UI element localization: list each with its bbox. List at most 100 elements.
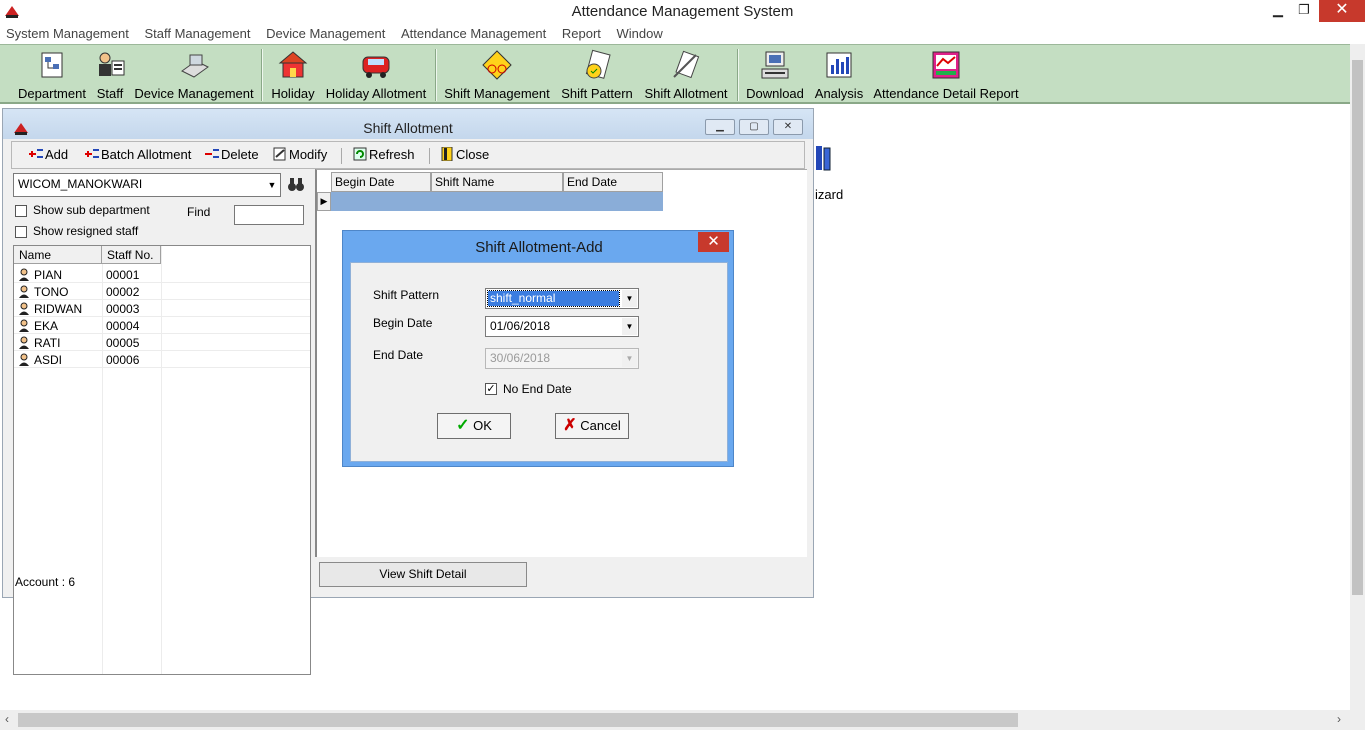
shift-window-restore-button[interactable]: ▢	[739, 119, 769, 135]
department-select-value: WICOM_MANOKWARI	[18, 177, 143, 191]
binoculars-icon[interactable]	[287, 176, 305, 192]
shift-pattern-select[interactable]: shift_normal ▼	[485, 288, 639, 309]
column-header-begin-date[interactable]: Begin Date	[331, 172, 431, 192]
shift-window-minimize-button[interactable]: ▁	[705, 119, 735, 135]
menu-report[interactable]: Report	[556, 24, 607, 41]
column-header-shift-name[interactable]: Shift Name	[431, 172, 563, 192]
modify-button[interactable]: Modify	[272, 147, 327, 162]
menu-device-management[interactable]: Device Management	[260, 24, 391, 41]
download-icon	[761, 51, 789, 79]
dialog-close-button[interactable]: ✕	[698, 232, 729, 252]
shift-window-toolbar: Add Batch Allotment Delete Modify Refres…	[11, 141, 805, 169]
end-date-label: End Date	[373, 348, 424, 362]
toolbar-analysis-button[interactable]: Analysis	[812, 49, 866, 103]
toolbar-holiday-allotment-button[interactable]: Holiday Allotment	[322, 49, 430, 103]
department-select[interactable]: WICOM_MANOKWARI ▼	[13, 173, 281, 197]
toolbar-department-button[interactable]: Department	[16, 49, 88, 103]
table-row[interactable]: TONO 00002	[14, 283, 310, 300]
menu-window[interactable]: Window	[611, 24, 669, 41]
check-icon: ✓	[456, 417, 470, 434]
cancel-button[interactable]: ✗ Cancel	[555, 413, 629, 439]
close-button[interactable]: ✕	[1319, 0, 1365, 22]
view-shift-detail-button[interactable]: View Shift Detail	[319, 562, 527, 587]
horizontal-scroll-thumb[interactable]	[18, 713, 1018, 727]
find-input[interactable]	[234, 205, 304, 225]
find-label: Find	[187, 205, 211, 219]
scroll-right-icon[interactable]: ›	[1337, 712, 1341, 726]
show-resigned-staff-checkbox[interactable]	[15, 226, 27, 238]
toolbar-holiday-button[interactable]: Holiday	[268, 49, 318, 103]
toolbar-shift-pattern-button[interactable]: Shift Pattern	[558, 49, 636, 103]
table-row[interactable]: RATI 00005	[14, 334, 310, 351]
scroll-left-icon[interactable]: ‹	[5, 712, 9, 726]
restore-button[interactable]: ❐	[1292, 0, 1316, 22]
chevron-down-icon[interactable]: ▼	[264, 174, 280, 196]
column-header-end-date[interactable]: End Date	[563, 172, 663, 192]
minimize-button[interactable]: ▁	[1264, 0, 1292, 22]
toolbar-shift-allotment-button[interactable]: Shift Allotment	[641, 49, 731, 103]
main-toolbar: Department Staff Device Management Holid…	[0, 44, 1350, 104]
vertical-scroll-thumb[interactable]	[1352, 60, 1363, 595]
person-icon	[19, 353, 29, 366]
shift-pattern-icon	[585, 49, 611, 79]
person-icon	[19, 336, 29, 349]
chevron-down-icon[interactable]: ▼	[622, 318, 637, 335]
add-button[interactable]: Add	[28, 147, 68, 162]
wizard-label[interactable]: izard	[815, 187, 843, 202]
report-icon	[932, 51, 960, 79]
dialog-title: Shift Allotment-Add	[475, 239, 603, 256]
table-row[interactable]: EKA 00004	[14, 317, 310, 334]
table-row[interactable]: RIDWAN 00003	[14, 300, 310, 317]
window-close-button[interactable]: Close	[439, 146, 489, 162]
delete-button[interactable]: Delete	[204, 147, 259, 162]
holiday-allotment-icon	[362, 56, 390, 78]
wizard-icon[interactable]	[814, 144, 834, 172]
person-icon	[19, 302, 29, 315]
selected-shift-row[interactable]	[331, 192, 663, 211]
menu-attendance-management[interactable]: Attendance Management	[395, 24, 552, 41]
shift-pattern-value: shift_normal	[487, 290, 620, 307]
batch-allotment-button[interactable]: Batch Allotment	[84, 147, 191, 162]
toolbar-shift-management-button[interactable]: Shift Management	[442, 49, 552, 103]
dialog-body: Shift Pattern shift_normal ▼ Begin Date …	[350, 262, 728, 462]
vertical-scrollbar[interactable]	[1350, 44, 1365, 710]
begin-date-picker[interactable]: 01/06/2018 ▼	[485, 316, 639, 337]
door-close-icon	[439, 146, 455, 162]
analysis-icon	[826, 52, 852, 78]
shift-window-titlebar: Shift Allotment ▁ ▢ ✕	[3, 109, 813, 139]
holiday-icon	[278, 51, 308, 78]
toolbar-divider	[341, 148, 342, 164]
show-sub-department-label: Show sub department	[33, 203, 150, 217]
batch-add-icon	[84, 147, 100, 161]
chevron-down-icon: ▼	[622, 350, 637, 367]
x-icon: ✗	[563, 417, 577, 434]
refresh-icon	[352, 147, 368, 161]
shift-window-title: Shift Allotment	[363, 120, 453, 136]
person-icon	[19, 319, 29, 332]
toolbar-device-management-button[interactable]: Device Management	[133, 49, 255, 103]
shift-allotment-icon	[673, 50, 700, 79]
refresh-button[interactable]: Refresh	[352, 147, 415, 162]
menu-bar: System Management Staff Management Devic…	[0, 24, 1365, 44]
column-header-staff-no[interactable]: Staff No.	[102, 246, 161, 264]
chevron-down-icon[interactable]: ▼	[622, 290, 637, 307]
show-sub-department-checkbox[interactable]	[15, 205, 27, 217]
department-icon	[41, 52, 63, 78]
toolbar-download-button[interactable]: Download	[744, 49, 806, 103]
table-row[interactable]: ASDI 00006	[14, 351, 310, 368]
end-date-value: 30/06/2018	[490, 351, 551, 365]
no-end-date-checkbox[interactable]: ✓	[485, 383, 497, 395]
horizontal-scrollbar[interactable]: ‹ ›	[0, 710, 1365, 730]
toolbar-attendance-detail-report-button[interactable]: Attendance Detail Report	[871, 49, 1021, 103]
shift-window-close-button[interactable]: ✕	[773, 119, 803, 135]
ok-button[interactable]: ✓ OK	[437, 413, 511, 439]
table-row[interactable]: PIAN 00001	[14, 266, 310, 283]
toolbar-staff-button[interactable]: Staff	[92, 49, 128, 103]
account-count: Account : 6	[15, 575, 76, 589]
no-end-date-label: No End Date	[503, 382, 572, 396]
delete-icon	[204, 147, 220, 161]
menu-staff-management[interactable]: Staff Management	[138, 24, 256, 41]
shift-pattern-label: Shift Pattern	[373, 288, 440, 302]
menu-system-management[interactable]: System Management	[0, 24, 135, 41]
column-header-name[interactable]: Name	[14, 246, 102, 264]
